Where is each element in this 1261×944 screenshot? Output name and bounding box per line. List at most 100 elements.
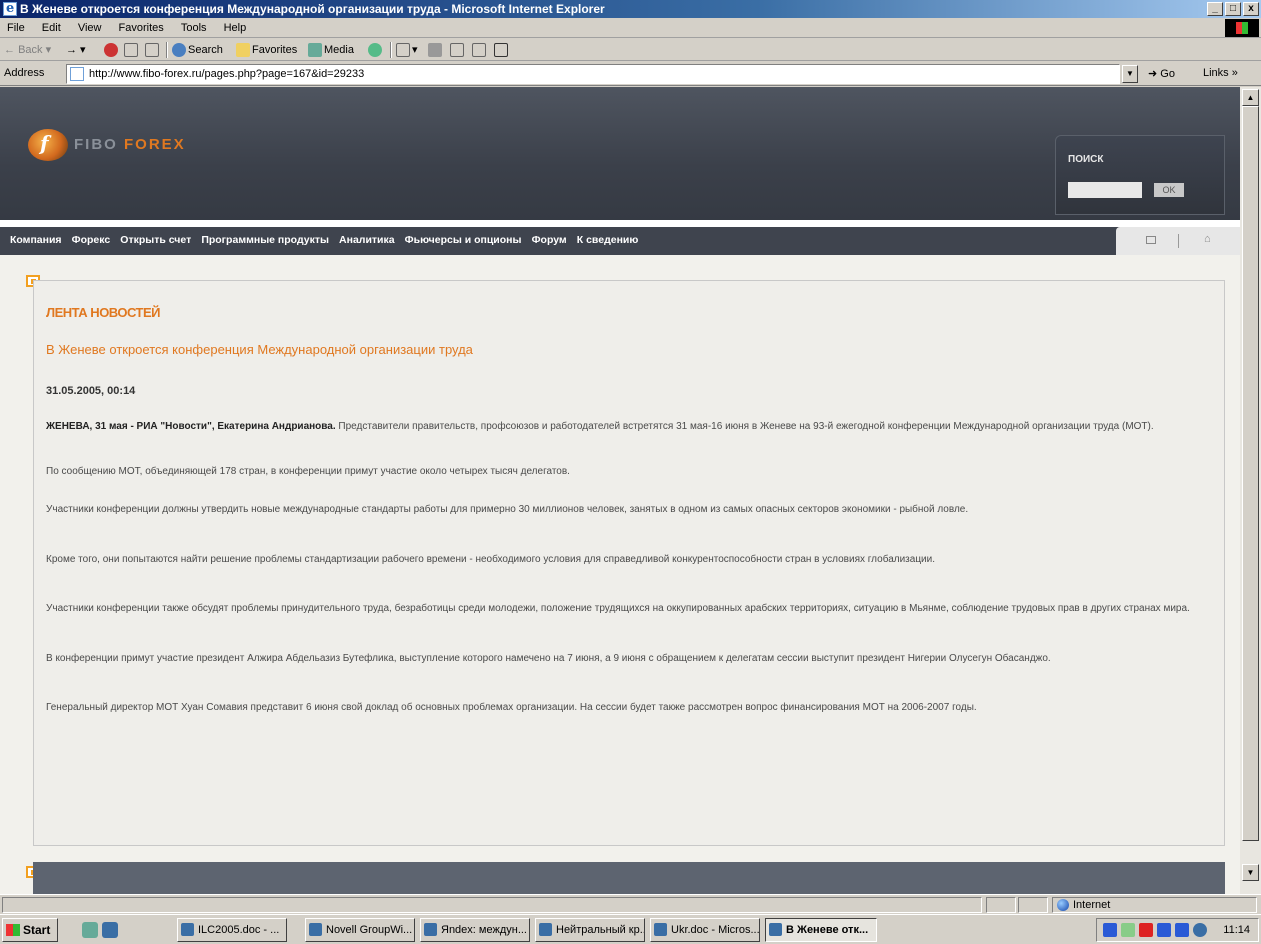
article-paragraph-7: Генеральный директор МОТ Хуан Сомавия пр… (46, 702, 977, 713)
start-button[interactable]: Start (2, 918, 58, 942)
nav-icon-group: ⌂ (1116, 227, 1240, 255)
mail-button[interactable]: ▾ (396, 41, 418, 59)
window-title: В Женеве откроется конференция Междунаро… (20, 2, 605, 16)
task-ie-active[interactable]: В Женеве отк... (765, 918, 877, 942)
article-paragraph-1: ЖЕНЕВА, 31 мая - РИА "Новости", Екатерин… (46, 420, 1214, 433)
tray-antivirus-icon[interactable] (1139, 923, 1153, 937)
scroll-down-button[interactable]: ▼ (1242, 864, 1259, 881)
search-button[interactable]: Search (172, 41, 223, 59)
media-icon (308, 43, 322, 58)
media-label: Media (324, 44, 354, 56)
site-logo-text[interactable]: FIBO FOREX (74, 136, 186, 153)
mail-icon (396, 43, 410, 58)
security-zone: Internet (1052, 897, 1257, 913)
nav-analytics[interactable]: Аналитика (339, 234, 395, 246)
show-desktop-icon[interactable] (82, 922, 98, 938)
mail-icon[interactable] (1146, 236, 1156, 244)
menu-edit[interactable]: Edit (35, 18, 68, 38)
article-lead-bold: ЖЕНЕВА, 31 мая - РИА "Новости", Екатерин… (46, 421, 336, 432)
article-paragraph-5: Участники конференции также обсудят проб… (46, 603, 1190, 614)
back-button[interactable]: ← Back ▾ (4, 41, 51, 59)
links-button[interactable]: Links » (1203, 67, 1238, 79)
vertical-scrollbar[interactable]: ▲ ▼ (1240, 87, 1261, 894)
news-panel: ЛЕНТА НОВОСТЕЙ В Женеве откроется конфер… (33, 280, 1225, 846)
tray-language-icon[interactable] (1157, 923, 1171, 937)
page-icon (70, 67, 84, 81)
clock[interactable]: 11:14 (1223, 924, 1250, 936)
address-dropdown-button[interactable]: ▼ (1122, 65, 1138, 83)
site-search-ok-button[interactable]: OK (1154, 183, 1184, 197)
task-ilc2005-doc[interactable]: ILC2005.doc - ... (177, 918, 287, 942)
maximize-button[interactable]: □ (1225, 2, 1241, 16)
article-paragraph-4: Кроме того, они попытаются найти решение… (46, 554, 935, 565)
article-paragraph-6: В конференции примут участие президент А… (46, 653, 1051, 664)
task-yandex[interactable]: Яndex: междун... (420, 918, 530, 942)
site-nav: Компания Форекс Открыть счет Программные… (0, 227, 1240, 255)
nav-software[interactable]: Программные продукты (201, 234, 329, 246)
tray-display-icon[interactable] (1175, 923, 1189, 937)
messenger-icon (494, 43, 508, 58)
menu-bar: File Edit View Favorites Tools Help (0, 18, 1261, 38)
home-button[interactable] (145, 41, 161, 59)
tray-network-icon[interactable] (1121, 923, 1135, 937)
menu-file[interactable]: File (0, 18, 32, 38)
minimize-button[interactable]: _ (1207, 2, 1223, 16)
nav-futures-options[interactable]: Фьючерсы и опционы (405, 234, 522, 246)
article-paragraph-2: По сообщению МОТ, объединяющей 178 стран… (46, 466, 570, 477)
taskbar: Start ILC2005.doc - ... Novell GroupWi..… (0, 914, 1261, 944)
history-button[interactable] (368, 41, 384, 59)
menu-help[interactable]: Help (217, 18, 254, 38)
site-search-label: ПОИСК (1068, 154, 1104, 165)
refresh-button[interactable] (124, 41, 140, 59)
ie-quicklaunch-icon[interactable] (102, 922, 118, 938)
window-titlebar[interactable]: В Женеве откроется конференция Междунаро… (0, 0, 1261, 18)
scroll-up-button[interactable]: ▲ (1242, 89, 1259, 106)
print-icon (428, 43, 442, 58)
print-button[interactable] (428, 41, 444, 59)
article-paragraph-3: Участники конференции должны утвердить н… (46, 504, 969, 515)
address-label: Address (4, 67, 45, 79)
home-icon (145, 43, 159, 58)
stop-button[interactable] (104, 41, 120, 59)
task-novell-groupwise[interactable]: Novell GroupWi... (305, 918, 415, 942)
media-button[interactable]: Media (308, 41, 354, 59)
status-cell-2 (986, 897, 1016, 913)
scroll-thumb[interactable] (1242, 106, 1259, 841)
edit-icon (450, 43, 464, 58)
ie-icon (3, 0, 17, 18)
favorites-label: Favorites (252, 44, 298, 56)
address-bar: Address http://www.fibo-forex.ru/pages.p… (0, 62, 1261, 86)
discuss-button[interactable] (472, 41, 488, 59)
site-header: FIBO FOREX ПОИСК OK (0, 87, 1240, 220)
go-button[interactable]: ➜ Go (1148, 67, 1175, 80)
site-search-input[interactable] (1068, 182, 1142, 198)
windows-logo-icon (1225, 19, 1259, 37)
menu-view[interactable]: View (71, 18, 109, 38)
edit-button[interactable] (450, 41, 466, 59)
address-url: http://www.fibo-forex.ru/pages.php?page=… (89, 68, 365, 80)
nav-open-account[interactable]: Открыть счет (120, 234, 191, 246)
zone-label: Internet (1073, 899, 1111, 911)
fibo-logo-icon[interactable] (28, 129, 68, 161)
tray-app-icon[interactable] (1103, 923, 1117, 937)
menu-tools[interactable]: Tools (174, 18, 214, 38)
article-date: 31.05.2005, 00:14 (46, 385, 136, 397)
menu-favorites[interactable]: Favorites (112, 18, 171, 38)
tray-messenger-icon[interactable] (1193, 923, 1207, 937)
stop-icon (104, 43, 118, 58)
nav-info[interactable]: К сведению (577, 234, 639, 246)
close-button[interactable]: x (1243, 2, 1259, 16)
nav-forum[interactable]: Форум (532, 234, 567, 246)
history-icon (368, 43, 382, 58)
favorites-button[interactable]: Favorites (236, 41, 297, 59)
nav-forex[interactable]: Форекс (72, 234, 111, 246)
task-ukr-doc[interactable]: Ukr.doc - Micros... (650, 918, 760, 942)
messenger-button[interactable] (494, 41, 510, 59)
home-icon[interactable]: ⌂ (1204, 233, 1211, 245)
nav-company[interactable]: Компания (10, 234, 62, 246)
favorites-icon (236, 43, 250, 58)
task-neitralny[interactable]: Нейтральный кр... (535, 918, 645, 942)
address-input[interactable]: http://www.fibo-forex.ru/pages.php?page=… (66, 64, 1120, 84)
go-label: Go (1160, 68, 1175, 80)
forward-button[interactable]: → ▾ (66, 41, 86, 59)
